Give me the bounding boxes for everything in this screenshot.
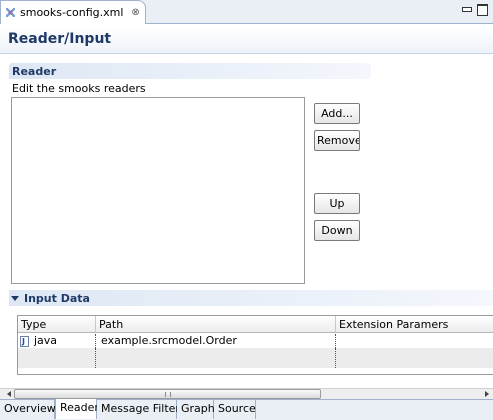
expand-toggle-icon[interactable] [11,296,19,301]
form-body: Reader Edit the smooks readers Add... Re… [0,55,493,399]
horizontal-scrollbar[interactable] [0,388,493,399]
input-data-section-title: Input Data [24,291,90,305]
input-data-section-header[interactable]: Input Data [9,290,493,306]
tab-overview[interactable]: Overview [0,400,56,419]
add-button[interactable]: Add... [314,103,360,124]
editor-tab-smooks-config[interactable]: smooks-config.xml ⊗ [0,0,146,24]
close-icon[interactable]: ⊗ [131,7,139,18]
form-header: Reader/Input [0,25,493,54]
column-header-extension[interactable]: Extension Paramers [336,316,493,333]
java-file-icon [20,335,29,349]
minimize-icon[interactable] [461,4,472,14]
maximize-icon[interactable] [477,4,488,16]
smooks-file-icon [5,7,16,18]
tab-message-filter[interactable]: Message Filter [97,400,180,419]
tab-reader[interactable]: Reader [55,399,99,419]
page-tabs: Overview Reader Message Filter Graph Sou… [0,399,493,420]
scrollbar-thumb[interactable] [14,389,321,399]
reader-section-header: Reader [9,63,371,79]
cell-path-empty [96,348,336,368]
table-row[interactable]: java example.srcmodel.Order [18,334,493,349]
column-header-type[interactable]: Type [18,316,96,333]
reader-section-title: Reader [12,64,57,78]
editor-tab-title: smooks-config.xml [20,6,124,19]
down-button[interactable]: Down [314,220,360,241]
cell-extension [336,334,493,348]
reader-section-description: Edit the smooks readers [12,82,146,95]
window-controls [461,4,488,16]
cell-type-label: java [34,334,58,347]
tab-source[interactable]: Source [214,400,256,419]
scroll-left-arrow-icon[interactable] [3,389,14,399]
scrollbar-grip-icon [165,392,171,397]
cell-path: example.srcmodel.Order [96,334,336,348]
tab-graph[interactable]: Graph [177,400,215,419]
cell-type-empty [18,348,96,368]
table-header: Type Path Extension Paramers [18,316,493,333]
column-header-path[interactable]: Path [96,316,336,333]
scroll-right-arrow-icon[interactable] [481,389,492,399]
up-button[interactable]: Up [314,193,360,214]
remove-button[interactable]: Remove [314,130,360,151]
cell-extension-empty [336,348,493,368]
editor-tab-strip: smooks-config.xml ⊗ [0,0,493,24]
reader-list[interactable] [11,97,305,284]
page-title: Reader/Input [8,31,112,47]
input-data-table[interactable]: Type Path Extension Paramers java exampl… [17,315,493,375]
table-row-empty [18,348,493,368]
cell-type: java [18,334,96,349]
